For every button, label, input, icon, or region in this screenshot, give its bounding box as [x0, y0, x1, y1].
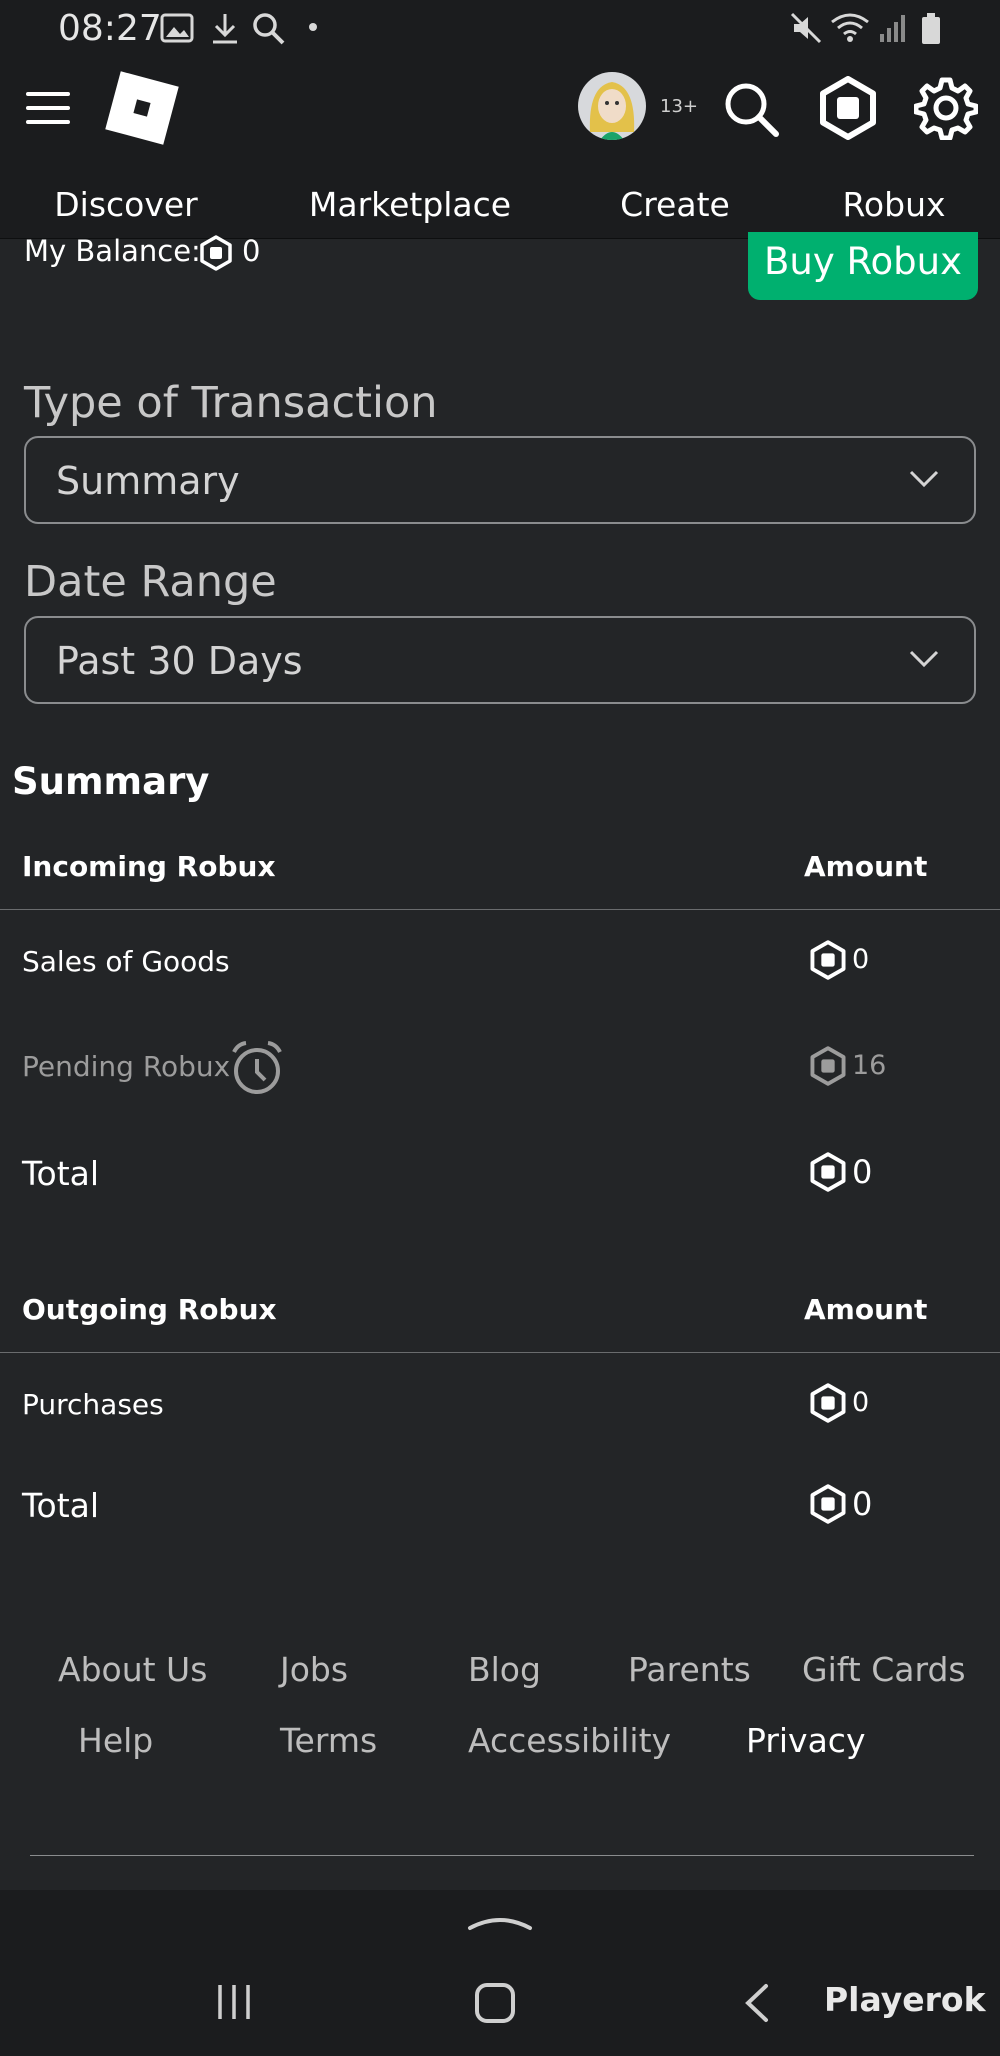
transaction-type-select[interactable]: Summary: [24, 436, 976, 524]
footer-terms[interactable]: Terms: [280, 1721, 377, 1760]
robux-icon[interactable]: [816, 76, 880, 140]
purchases-label: Purchases: [22, 1388, 164, 1421]
nav-create[interactable]: Create: [610, 172, 740, 238]
buy-robux-button[interactable]: Buy Robux: [748, 232, 978, 300]
avatar[interactable]: [578, 72, 646, 140]
summary-title: Summary: [12, 760, 210, 803]
incoming-total-amount: 0: [808, 1152, 872, 1192]
status-search-icon: [253, 13, 285, 45]
footer-help[interactable]: Help: [78, 1721, 153, 1760]
recent-apps-icon[interactable]: [214, 1982, 254, 2022]
amount-value: 0: [852, 1153, 873, 1191]
incoming-amount-header: Amount: [804, 850, 928, 883]
sales-of-goods-amount: 0: [808, 940, 869, 980]
status-time: 08:27: [58, 8, 162, 49]
nav-discover[interactable]: Discover: [28, 172, 224, 238]
footer-accessibility[interactable]: Accessibility: [468, 1721, 671, 1760]
purchases-amount: 0: [808, 1383, 869, 1423]
footer-privacy[interactable]: Privacy: [746, 1721, 865, 1760]
footer-about-us[interactable]: About Us: [58, 1650, 207, 1689]
nav-marketplace[interactable]: Marketplace: [300, 172, 520, 238]
incoming-total-label: Total: [22, 1154, 100, 1193]
main-nav: Discover Marketplace Create Robux: [0, 172, 1000, 239]
age-badge: 13+: [660, 96, 698, 117]
robux-icon: [810, 1046, 846, 1086]
dot-icon: [309, 23, 317, 31]
footer-gift-cards[interactable]: Gift Cards: [802, 1650, 966, 1689]
outgoing-amount-header: Amount: [804, 1293, 928, 1326]
gallery-icon: [160, 13, 194, 43]
nav-robux[interactable]: Robux: [830, 172, 958, 238]
footer-parents[interactable]: Parents: [628, 1650, 751, 1689]
chevron-up-icon[interactable]: [466, 1910, 534, 1932]
robux-icon: [810, 1484, 846, 1524]
amount-value: 0: [852, 1387, 870, 1418]
sales-of-goods-label: Sales of Goods: [22, 945, 230, 978]
robux-icon: [810, 940, 846, 980]
divider: [0, 1352, 1000, 1353]
outgoing-total-label: Total: [22, 1486, 100, 1525]
robux-icon: [810, 1152, 846, 1192]
wifi-icon: [831, 13, 869, 42]
signal-icon: [880, 15, 905, 42]
outgoing-header: Outgoing Robux: [22, 1293, 277, 1326]
status-bar: 08:27: [0, 0, 1000, 58]
system-navbar: [0, 1890, 1000, 2056]
footer-jobs[interactable]: Jobs: [280, 1650, 348, 1689]
divider: [0, 909, 1000, 910]
top-header: 13+: [0, 58, 1000, 172]
pending-robux-amount: 16: [808, 1046, 886, 1086]
footer-blog[interactable]: Blog: [468, 1650, 541, 1689]
amount-value: 0: [852, 1485, 873, 1523]
clock-icon[interactable]: [230, 1040, 284, 1096]
incoming-header: Incoming Robux: [22, 850, 276, 883]
mute-icon: [790, 12, 822, 44]
home-icon[interactable]: [474, 1982, 516, 2024]
settings-icon[interactable]: [914, 76, 978, 140]
back-icon[interactable]: [742, 1982, 772, 2024]
chevron-down-icon: [909, 470, 939, 488]
date-range-label: Date Range: [24, 557, 277, 607]
balance-label: My Balance:: [24, 234, 201, 268]
date-range-value: Past 30 Days: [56, 639, 303, 683]
chevron-down-icon: [909, 650, 939, 668]
pending-robux-label: Pending Robux: [22, 1050, 231, 1083]
download-icon: [213, 14, 237, 44]
footer-divider: [30, 1855, 974, 1856]
outgoing-total-amount: 0: [808, 1484, 872, 1524]
battery-icon: [922, 13, 940, 44]
menu-icon[interactable]: [26, 90, 70, 126]
date-range-select[interactable]: Past 30 Days: [24, 616, 976, 704]
search-icon[interactable]: [722, 80, 780, 138]
amount-value: 16: [852, 1050, 887, 1081]
balance-robux-icon: [200, 235, 232, 271]
robux-icon: [810, 1383, 846, 1423]
amount-value: 0: [852, 944, 870, 975]
watermark: Playerok: [824, 1980, 986, 2019]
avatar-image: [589, 82, 635, 140]
roblox-logo-icon[interactable]: [104, 70, 180, 146]
transaction-type-value: Summary: [56, 459, 240, 503]
balance-value: 0: [242, 234, 261, 268]
transaction-type-label: Type of Transaction: [24, 378, 438, 428]
